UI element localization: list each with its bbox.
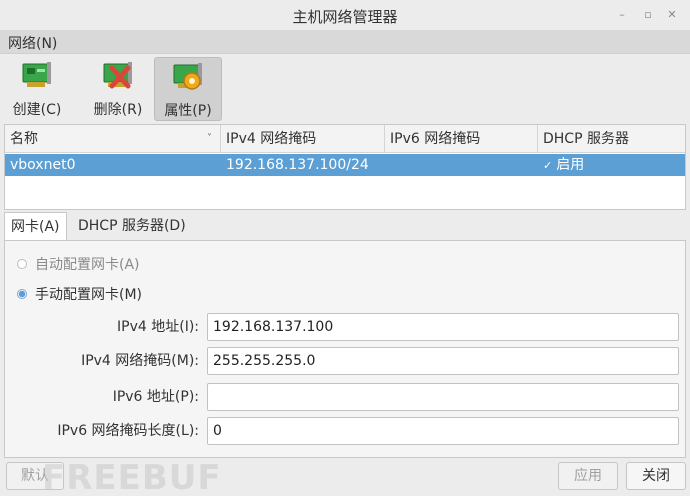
ipv4-address-input[interactable]: 192.168.137.100 <box>207 313 679 341</box>
table-row[interactable]: vboxnet0 192.168.137.100/24 ✓ 启用 <box>5 154 685 176</box>
apply-button[interactable]: 应用 <box>558 462 618 490</box>
button-bar: 默认 FREEBUF 应用 关闭 <box>0 458 690 496</box>
network-table: 名称 ˅ IPv4 网络掩码 IPv6 网络掩码 DHCP 服务器 vboxne… <box>4 124 686 210</box>
dhcp-enabled-label: 启用 <box>556 157 585 173</box>
ipv4-mask-label: IPv4 网络掩码(M): <box>81 353 199 369</box>
ipv6-address-label: IPv6 地址(P): <box>112 389 199 405</box>
ipv6-prefix-label: IPv6 网络掩码长度(L): <box>57 423 199 439</box>
cell-ipv6 <box>385 154 538 176</box>
column-header-name[interactable]: 名称 ˅ <box>5 125 221 153</box>
maximize-icon[interactable]: ▫ <box>640 7 656 23</box>
adapter-panel: 自动配置网卡(A) 手动配置网卡(M) IPv4 地址(I): 192.168.… <box>4 240 686 458</box>
tab-dhcp-server[interactable]: DHCP 服务器(D) <box>72 212 192 240</box>
delete-label: 删除(R) <box>93 102 143 118</box>
radio-selected-icon <box>17 289 27 299</box>
create-button[interactable]: 创建(C) <box>6 57 68 121</box>
create-label: 创建(C) <box>12 102 62 118</box>
close-button[interactable]: 关闭 <box>626 462 686 490</box>
cell-ipv4: 192.168.137.100/24 <box>226 157 369 173</box>
column-header-ipv6-mask[interactable]: IPv6 网络掩码 <box>385 125 538 153</box>
column-header-ipv4-mask[interactable]: IPv4 网络掩码 <box>221 125 385 153</box>
radio-unselected-icon <box>17 259 27 269</box>
tab-bar: 网卡(A) DHCP 服务器(D) <box>0 212 690 240</box>
menu-network[interactable]: 网络(N) <box>8 33 57 53</box>
title-bar: 主机网络管理器 – ▫ ✕ <box>0 0 690 30</box>
ipv6-prefix-input[interactable]: 0 <box>207 417 679 445</box>
tab-adapter[interactable]: 网卡(A) <box>4 212 67 240</box>
properties-label: 属性(P) <box>164 103 212 119</box>
ipv6-address-input[interactable] <box>207 383 679 411</box>
window-title: 主机网络管理器 <box>292 8 398 26</box>
table-header: 名称 ˅ IPv4 网络掩码 IPv6 网络掩码 DHCP 服务器 <box>5 125 685 153</box>
ipv4-address-label: IPv4 地址(I): <box>117 319 199 335</box>
network-card-add-icon <box>22 62 51 87</box>
network-card-settings-icon <box>173 63 202 90</box>
close-window-icon[interactable]: ✕ <box>664 7 680 23</box>
network-card-remove-icon <box>103 62 132 89</box>
dhcp-checkbox-icon[interactable]: ✓ <box>543 159 552 172</box>
column-header-dhcp[interactable]: DHCP 服务器 <box>538 125 685 153</box>
sort-arrow-icon: ˅ <box>207 133 212 144</box>
ipv4-mask-input[interactable]: 255.255.255.0 <box>207 347 679 375</box>
properties-button[interactable]: 属性(P) <box>154 57 222 121</box>
manual-config-radio[interactable]: 手动配置网卡(M) <box>17 285 142 305</box>
cell-name: vboxnet0 <box>10 157 76 173</box>
toolbar: 创建(C) 删除(R) 属性(P) <box>0 54 690 124</box>
watermark-logo: FREEBUF <box>42 458 222 496</box>
auto-config-radio[interactable]: 自动配置网卡(A) <box>17 255 140 275</box>
delete-button[interactable]: 删除(R) <box>86 57 150 121</box>
cell-dhcp[interactable]: ✓ 启用 <box>538 154 685 176</box>
menu-bar: 网络(N) <box>0 30 690 54</box>
minimize-icon[interactable]: – <box>614 7 630 23</box>
